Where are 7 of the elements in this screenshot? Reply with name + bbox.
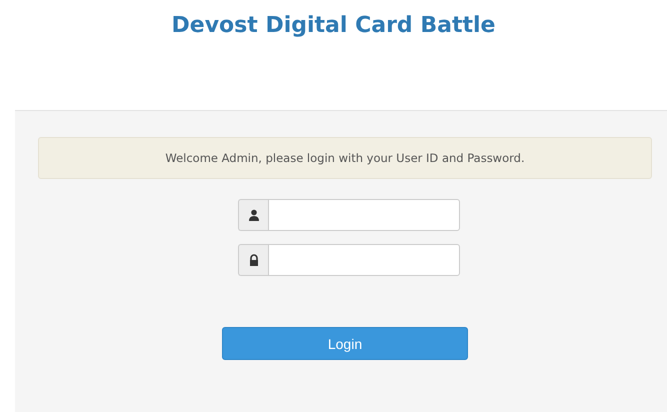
page-title: Devost Digital Card Battle <box>170 12 496 40</box>
welcome-message: Welcome Admin, please login with your User ID and Password. <box>38 137 652 179</box>
lock-icon <box>238 244 268 276</box>
login-button[interactable]: Login <box>222 327 468 360</box>
input-field[interactable] <box>268 244 460 276</box>
user-icon <box>238 199 268 231</box>
input-field[interactable] <box>268 199 460 231</box>
